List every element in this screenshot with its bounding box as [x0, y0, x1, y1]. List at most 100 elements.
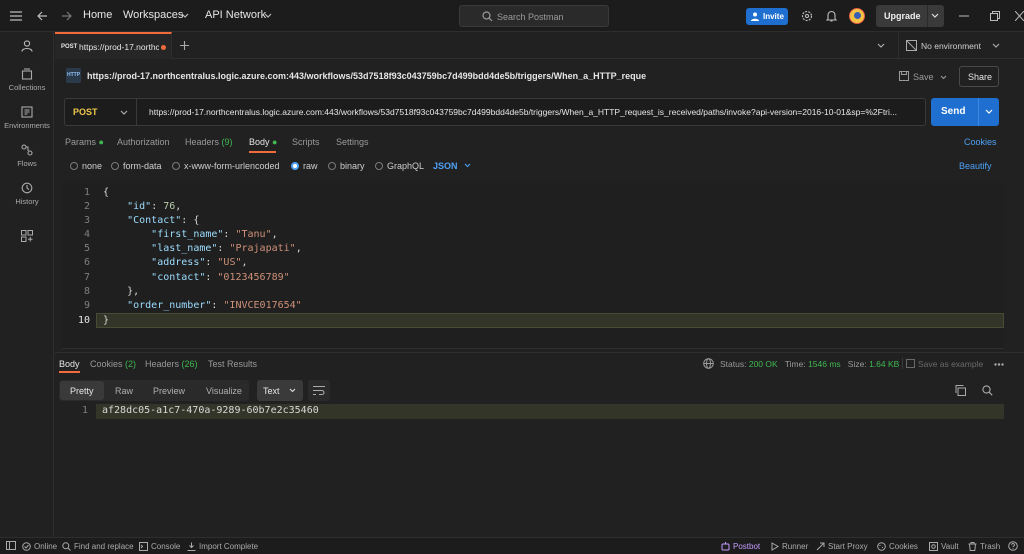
search-input[interactable]: Search Postman	[459, 5, 609, 27]
http-request-icon: HTTP	[66, 68, 81, 83]
cookies-link[interactable]: Cookies	[964, 137, 997, 147]
tab-count: (9)	[221, 137, 233, 147]
globe-icon[interactable]	[703, 358, 714, 369]
workspaces-menu[interactable]: Workspaces	[123, 9, 183, 21]
radio-graphql[interactable]: GraphQL	[375, 161, 424, 171]
tab-scripts[interactable]: Scripts	[292, 137, 320, 147]
search-icon[interactable]	[982, 385, 993, 396]
upgrade-button[interactable]: Upgrade	[876, 5, 944, 27]
response-tab-body[interactable]: Body	[59, 359, 80, 369]
sidebar-item-history[interactable]: History	[0, 182, 54, 206]
request-title[interactable]: https://prod-17.northcentralus.logic.azu…	[87, 71, 646, 81]
minimize-icon[interactable]	[959, 15, 969, 17]
start-proxy-button[interactable]: Start Proxy	[816, 542, 868, 551]
radio-circle	[375, 162, 383, 170]
gear-icon[interactable]	[801, 10, 813, 22]
chevron-down-icon[interactable]	[181, 13, 189, 19]
save-button[interactable]: Save	[896, 68, 947, 86]
runner-button[interactable]: Runner	[770, 542, 808, 551]
code-line: "first_name": "Tanu",	[151, 229, 278, 240]
online-icon	[22, 542, 31, 551]
tab-label: Headers	[185, 137, 220, 147]
code-line: "order_number": "INVCE017654"	[127, 300, 302, 311]
send-button[interactable]: Send	[931, 98, 999, 126]
apps-icon[interactable]	[21, 230, 33, 242]
radio-urlencoded[interactable]: x-www-form-urlencoded	[172, 161, 280, 171]
environment-select[interactable]: No environment	[906, 38, 1002, 54]
sidebar-item-label: Environments	[4, 121, 50, 130]
view-raw[interactable]: Raw	[115, 386, 133, 396]
restore-icon[interactable]	[990, 11, 1000, 21]
tab-headers[interactable]: Headers (9)	[185, 137, 233, 147]
share-button[interactable]: Share	[959, 66, 999, 87]
url-input[interactable]: https://prod-17.northcentralus.logic.azu…	[149, 107, 921, 117]
view-pretty[interactable]: Pretty	[70, 386, 94, 396]
help-icon[interactable]	[1008, 541, 1018, 551]
response-tab-cookies[interactable]: Cookies (2)	[90, 359, 136, 369]
response-tab-headers[interactable]: Headers (26)	[145, 359, 198, 369]
format-label: JSON	[433, 161, 458, 171]
response-format-select[interactable]: Text	[257, 380, 303, 401]
runner-icon	[771, 542, 779, 551]
response-tab-test-results[interactable]: Test Results	[208, 359, 257, 369]
back-arrow-icon[interactable]	[37, 11, 48, 21]
chevron-down-icon	[985, 109, 993, 114]
radio-binary[interactable]: binary	[328, 161, 365, 171]
format-select[interactable]: JSON	[433, 161, 471, 171]
cookies-button[interactable]: Cookies	[877, 542, 918, 551]
method-select[interactable]: POST	[65, 99, 137, 125]
new-tab-plus-icon[interactable]	[180, 41, 189, 50]
line-number: 9	[83, 300, 90, 311]
trash-button[interactable]: Trash	[968, 542, 1000, 551]
save-icon	[899, 71, 909, 81]
request-tab[interactable]: POST https://prod-17.northcentralus.logi…	[55, 32, 172, 59]
code-line: "Contact": {	[127, 215, 200, 226]
avatar[interactable]	[849, 8, 865, 24]
json-value: "Prajapati"	[229, 243, 296, 254]
api-network-menu[interactable]: API Network	[205, 9, 266, 21]
tab-params[interactable]: Params ●	[65, 137, 104, 147]
json-key: "last_name"	[151, 243, 218, 254]
bell-icon[interactable]	[826, 10, 837, 22]
save-as-example-button[interactable]: Save as example	[918, 359, 983, 369]
json-value: "0123456789"	[217, 272, 290, 283]
import-status[interactable]: Import Complete	[187, 542, 258, 551]
status-value[interactable]: 200 OK	[749, 359, 778, 369]
user-icon[interactable]	[21, 40, 33, 52]
view-preview[interactable]: Preview	[153, 386, 185, 396]
console-button[interactable]: Console	[139, 542, 180, 551]
online-status[interactable]: Online	[22, 542, 57, 551]
send-label: Send	[941, 106, 966, 117]
tab-settings[interactable]: Settings	[336, 137, 369, 147]
status-label: Runner	[782, 542, 809, 551]
tab-authorization[interactable]: Authorization	[117, 137, 170, 147]
home-link[interactable]: Home	[83, 9, 112, 21]
line-number: 1	[81, 405, 88, 416]
vault-button[interactable]: Vault	[929, 542, 959, 551]
invite-button[interactable]: Invite	[746, 8, 788, 25]
view-visualize[interactable]: Visualize	[206, 386, 242, 396]
wrap-lines-button[interactable]	[308, 380, 330, 401]
tab-list-chevron-icon[interactable]	[877, 43, 885, 49]
response-body[interactable]: af28dc05-a1c7-470a-9289-60b7e2c35460	[102, 405, 319, 416]
radio-form-data[interactable]: form-data	[111, 161, 162, 171]
beautify-link[interactable]: Beautify	[959, 161, 992, 171]
size-value[interactable]: 1.64 KB	[869, 359, 899, 369]
forward-arrow-icon[interactable]	[61, 11, 72, 21]
find-replace-button[interactable]: Find and replace	[62, 542, 134, 551]
tab-label: Headers	[145, 359, 180, 369]
radio-raw[interactable]: raw	[291, 161, 318, 171]
radio-none[interactable]: none	[70, 161, 102, 171]
sidebar-item-flows[interactable]: Flows	[0, 144, 54, 168]
sidebar-toggle-icon[interactable]	[6, 541, 16, 550]
tab-body[interactable]: Body ●	[249, 137, 277, 147]
chevron-down-icon[interactable]	[264, 13, 272, 19]
menu-icon[interactable]	[10, 11, 22, 21]
time-value[interactable]: 1546 ms	[808, 359, 841, 369]
copy-icon[interactable]	[955, 385, 966, 396]
sidebar-item-environments[interactable]: Environments	[0, 106, 54, 130]
more-options-icon[interactable]	[994, 363, 1004, 366]
postbot-button[interactable]: Postbot	[721, 542, 760, 551]
close-icon[interactable]	[1015, 11, 1024, 21]
sidebar-item-collections[interactable]: Collections	[0, 68, 54, 92]
